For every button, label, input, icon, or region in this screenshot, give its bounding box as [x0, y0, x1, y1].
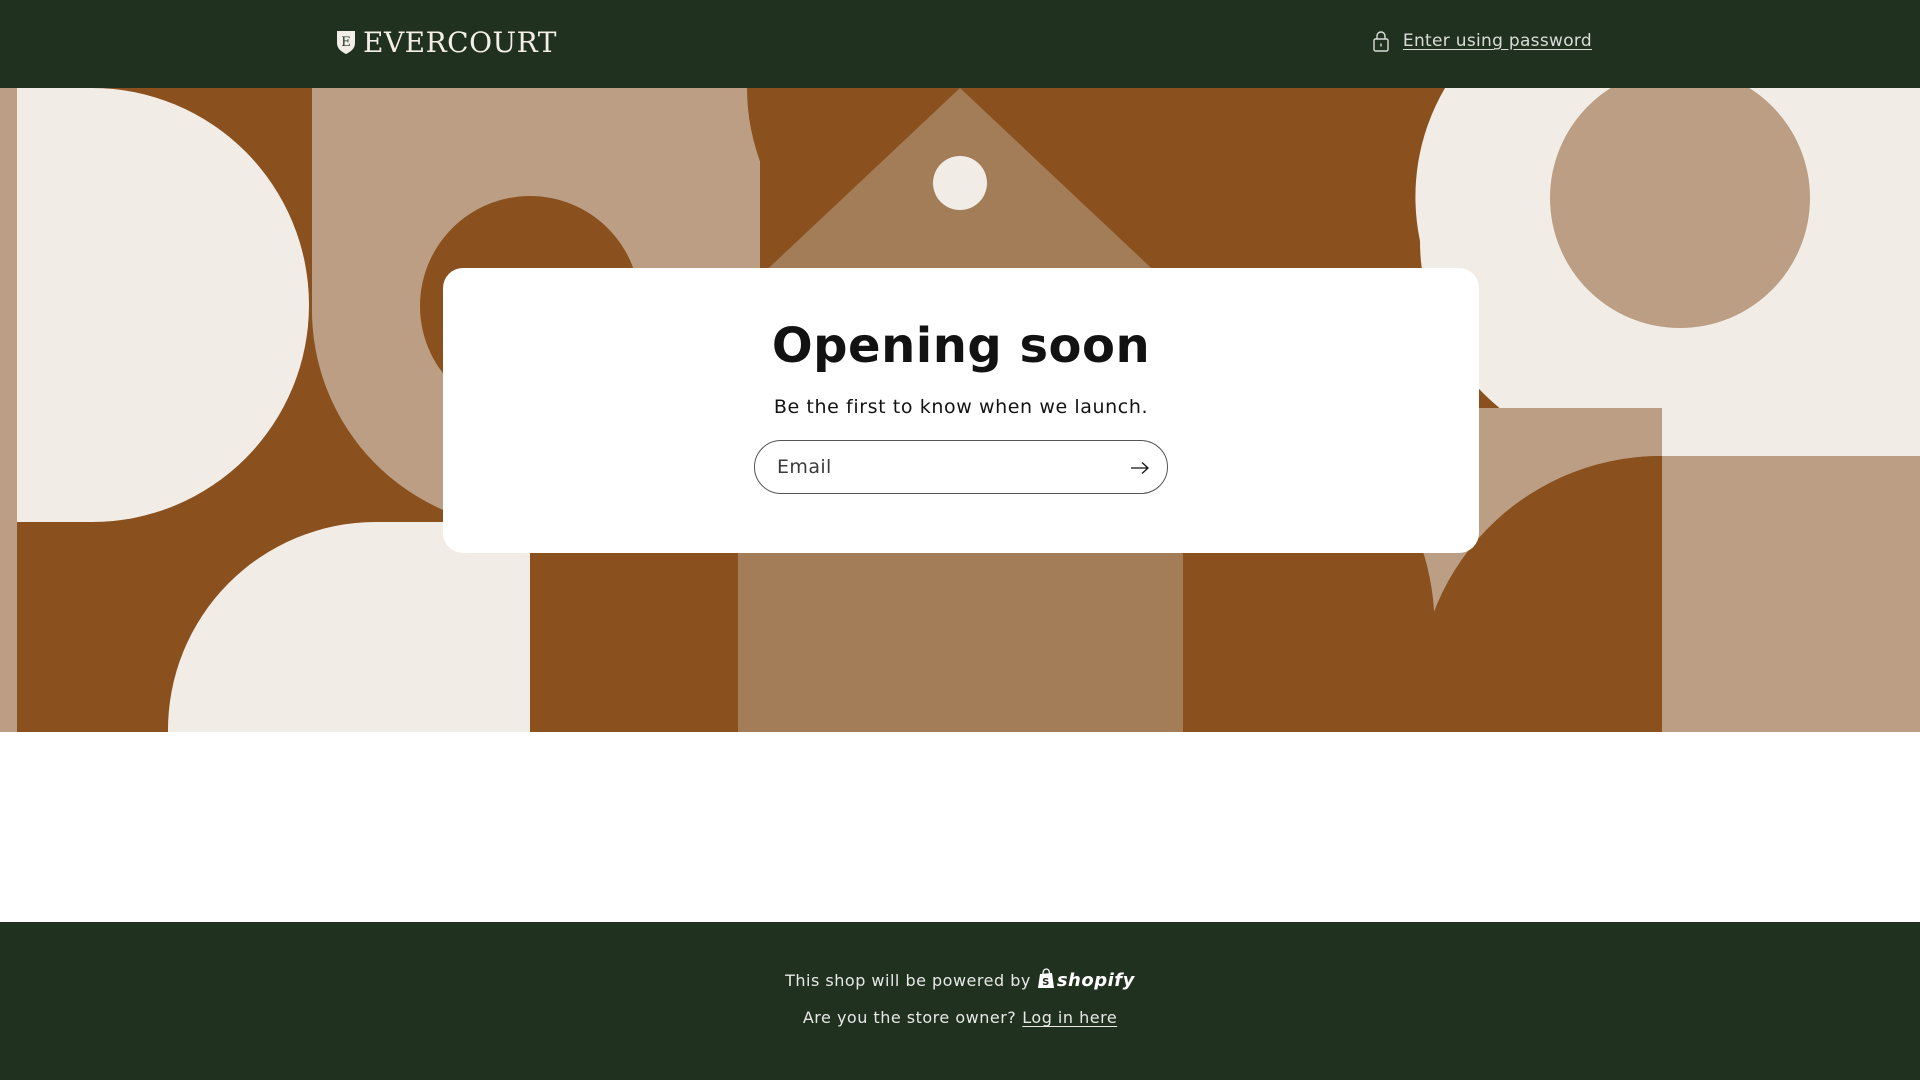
footer: This shop will be powered by S shopify A… — [0, 922, 1920, 1080]
header: E EVERCOURT Enter using password — [0, 0, 1920, 88]
email-field-wrapper — [754, 440, 1168, 494]
shopify-wordmark: shopify — [1056, 970, 1135, 991]
powered-by-text: This shop will be powered by — [785, 971, 1031, 990]
lock-icon — [1371, 30, 1391, 52]
shield-logo-icon: E — [335, 29, 357, 55]
owner-question: Are you the store owner? — [802, 1008, 1017, 1027]
svg-text:S: S — [1042, 977, 1050, 988]
store-logo[interactable]: E EVERCOURT — [335, 25, 557, 59]
arrow-right-icon — [1130, 461, 1150, 475]
page-title: Opening soon — [771, 318, 1151, 374]
shopify-bag-icon: S — [1037, 968, 1055, 993]
owner-login: Are you the store owner? Log in here — [0, 1008, 1920, 1027]
subscribe-button[interactable] — [1121, 449, 1159, 487]
login-link[interactable]: Log in here — [1022, 1008, 1117, 1027]
powered-by: This shop will be powered by S shopify — [0, 968, 1920, 993]
logo-text: EVERCOURT — [363, 25, 557, 59]
hero-banner: Opening soon Be the first to know when w… — [0, 88, 1920, 732]
enter-password-label[interactable]: Enter using password — [1403, 31, 1592, 51]
page-subtitle: Be the first to know when we launch. — [773, 396, 1149, 418]
signup-card: Opening soon Be the first to know when w… — [443, 268, 1479, 553]
enter-password-link[interactable]: Enter using password — [1371, 26, 1592, 56]
shopify-logo[interactable]: S shopify — [1037, 968, 1135, 993]
email-input[interactable] — [755, 441, 1167, 493]
svg-text:E: E — [341, 35, 351, 50]
